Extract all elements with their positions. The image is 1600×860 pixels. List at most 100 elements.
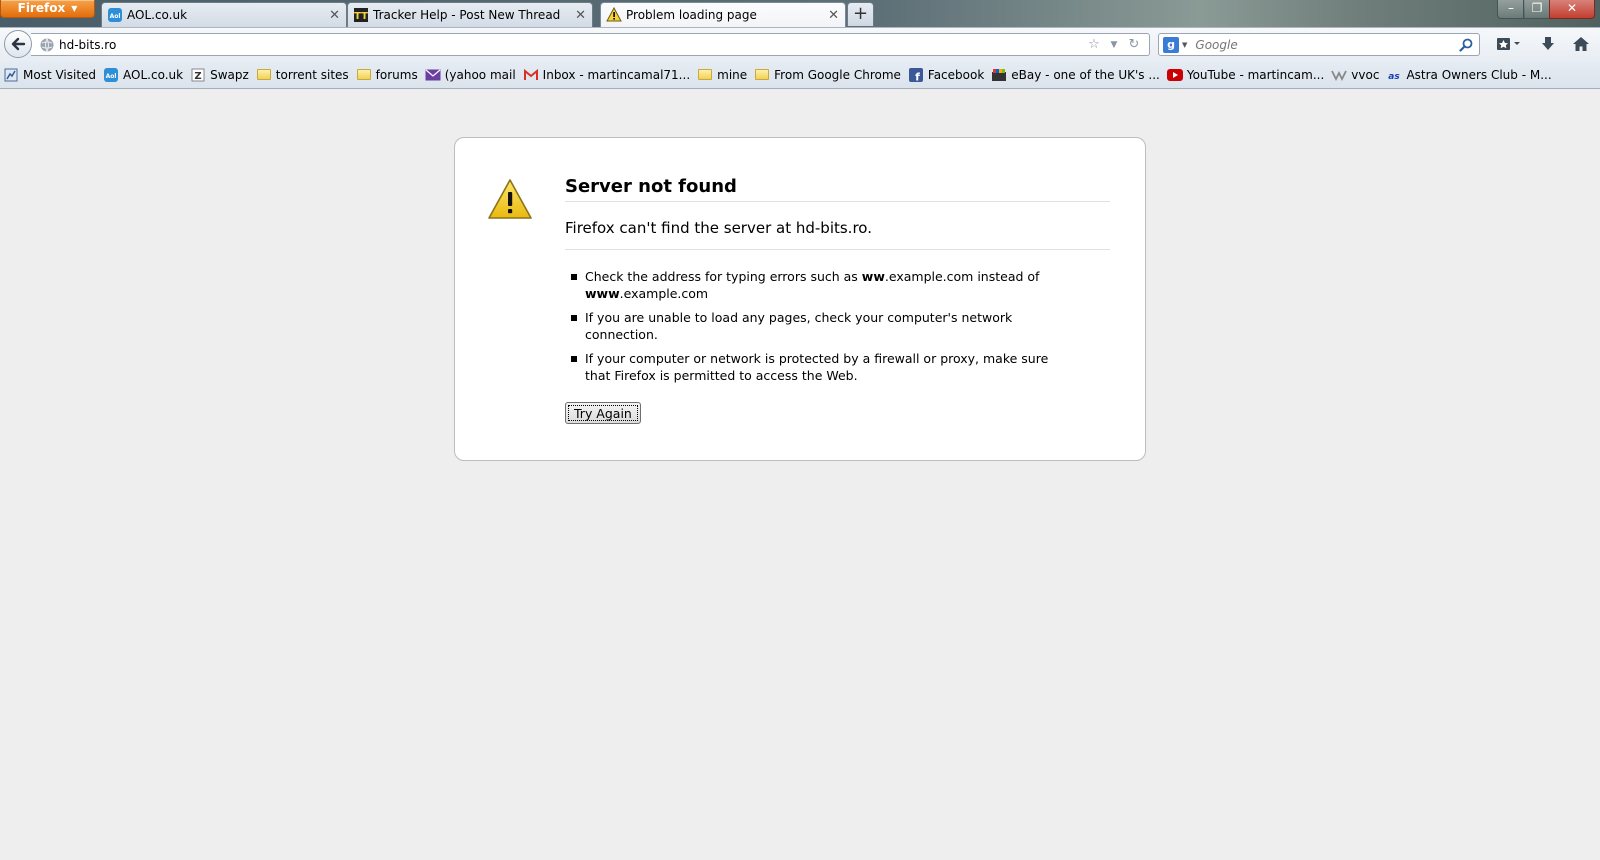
back-arrow-icon [11, 37, 26, 51]
suggestion-item: Check the address for typing errors such… [565, 268, 1055, 302]
bookmark-folder-google-chrome[interactable]: From Google Chrome [754, 67, 901, 83]
window-close-icon[interactable]: ✕ [1549, 0, 1595, 19]
bookmark-label: Most Visited [23, 67, 97, 82]
bookmark-ebay[interactable]: eBay - one of the UK's ... [991, 67, 1160, 83]
bookmark-youtube[interactable]: YouTube - martincam... [1166, 67, 1325, 83]
tracker-icon: TT [353, 7, 369, 23]
bookmark-astra-owners-club[interactable]: as Astra Owners Club - M... [1386, 67, 1552, 83]
warning-icon [488, 179, 532, 219]
bookmark-vvoc[interactable]: vvoc [1331, 67, 1379, 83]
maximize-icon[interactable]: ❐ [1523, 0, 1551, 19]
tab-label: Problem loading page [626, 8, 757, 22]
tab-tracker-help[interactable]: TT Tracker Help - Post New Thread ✕ [347, 2, 593, 27]
ebay-icon [991, 67, 1007, 83]
address-bar[interactable]: hd-bits.ro ☆ ▼ ↻ [31, 33, 1150, 56]
folder-icon [754, 67, 770, 83]
bookmark-label: From Google Chrome [774, 67, 901, 82]
svg-text:f: f [915, 70, 920, 82]
home-button[interactable] [1568, 34, 1594, 54]
error-suggestions: Check the address for typing errors such… [565, 268, 1055, 391]
close-icon[interactable]: ✕ [575, 8, 586, 23]
error-description: Firefox can't find the server at hd-bits… [565, 219, 1110, 250]
svg-text:as: as [1389, 72, 1401, 81]
bookmark-label: YouTube - martincam... [1186, 67, 1325, 82]
bookmark-swapz[interactable]: Z Swapz [190, 67, 249, 83]
navigation-bar: hd-bits.ro ☆ ▼ ↻ g ▼ [0, 27, 1600, 61]
gmail-icon [523, 67, 539, 83]
bookmark-folder-mine[interactable]: mine [697, 67, 747, 83]
bookmarks-menu-button[interactable] [1493, 34, 1527, 54]
bookmark-label: mine [717, 67, 748, 82]
title-bar: Firefox ▼ Aol AOL.co.uk ✕ TT Tracker Help… [0, 0, 1600, 27]
bookmark-label: Inbox - martincamal71... [542, 67, 691, 82]
bookmark-label: (yahoo mail [444, 67, 516, 82]
bookmark-yahoo-mail[interactable]: (yahoo mail [425, 67, 516, 83]
close-icon[interactable]: ✕ [329, 8, 340, 23]
svg-text:Z: Z [194, 71, 201, 82]
tab-label: Tracker Help - Post New Thread [373, 8, 561, 22]
tab-label: AOL.co.uk [127, 8, 188, 22]
firefox-menu-button[interactable]: Firefox ▼ [0, 0, 95, 18]
folder-icon [697, 67, 713, 83]
folder-icon [356, 67, 372, 83]
swapz-icon: Z [190, 67, 206, 83]
most-visited-icon [3, 67, 19, 83]
warning-icon [606, 7, 622, 23]
search-bar[interactable]: g ▼ [1158, 33, 1480, 56]
downloads-button[interactable] [1536, 34, 1560, 54]
try-again-button[interactable]: Try Again [565, 402, 641, 424]
bookmarks-menu-icon [1497, 38, 1520, 50]
suggestion-emphasis: www [585, 286, 620, 301]
back-button[interactable] [4, 30, 32, 58]
search-icon[interactable] [1457, 37, 1475, 53]
bookmark-gmail-inbox[interactable]: Inbox - martincamal71... [523, 67, 690, 83]
suggestion-text: .example.com [619, 286, 709, 301]
close-icon[interactable]: ✕ [828, 8, 839, 23]
search-input[interactable] [1193, 36, 1457, 53]
bookmark-folder-torrent-sites[interactable]: torrent sites [256, 67, 349, 83]
reload-icon[interactable]: ↻ [1125, 37, 1143, 53]
suggestion-item: If your computer or network is protected… [565, 350, 1055, 384]
bookmark-label: Astra Owners Club - M... [1406, 67, 1552, 82]
astra-icon: as [1386, 67, 1402, 83]
bookmark-label: eBay - one of the UK's ... [1011, 67, 1160, 82]
bookmark-label: Swapz [210, 67, 249, 82]
tab-aol[interactable]: Aol AOL.co.uk ✕ [101, 2, 347, 27]
svg-text:Aol: Aol [110, 13, 121, 20]
facebook-icon: f [908, 67, 924, 83]
google-icon[interactable]: g [1163, 36, 1179, 53]
bookmark-aol[interactable]: Aol AOL.co.uk [103, 67, 183, 83]
minimize-icon[interactable]: – [1497, 0, 1525, 19]
new-tab-button[interactable]: + [847, 2, 874, 26]
suggestion-text: .example.com instead of [884, 269, 1040, 284]
bookmark-facebook[interactable]: f Facebook [908, 67, 984, 83]
svg-text:Aol: Aol [106, 73, 117, 80]
bookmark-label: Facebook [927, 67, 985, 82]
bookmark-label: torrent sites [275, 67, 349, 82]
folder-icon [256, 67, 272, 83]
home-icon [1573, 37, 1589, 51]
bookmarks-toolbar: Most Visited Aol AOL.co.uk Z Swapz torre… [0, 61, 1600, 89]
vvoc-icon [1331, 67, 1348, 83]
aol-icon: Aol [103, 67, 119, 83]
address-text[interactable]: hd-bits.ro [59, 38, 1085, 52]
bookmark-most-visited[interactable]: Most Visited [3, 67, 96, 83]
youtube-icon [1166, 67, 1183, 83]
globe-icon [39, 37, 55, 53]
firefox-menu-label: Firefox [17, 1, 66, 15]
bookmark-folder-forums[interactable]: forums [356, 67, 418, 83]
history-dropdown-icon[interactable]: ▼ [1105, 37, 1123, 53]
suggestion-emphasis: ww [861, 269, 885, 284]
yahoo-mail-icon [425, 67, 441, 83]
bookmark-label: AOL.co.uk [123, 67, 184, 82]
suggestion-text: Check the address for typing errors such… [585, 269, 862, 284]
tab-problem-loading[interactable]: Problem loading page ✕ [600, 2, 846, 27]
error-container: Server not found Firefox can't find the … [454, 137, 1146, 461]
aol-icon: Aol [107, 7, 123, 23]
bookmark-star-icon[interactable]: ☆ [1085, 37, 1103, 53]
chevron-down-icon[interactable]: ▼ [1182, 41, 1187, 49]
download-icon [1542, 37, 1554, 50]
chevron-down-icon: ▼ [71, 4, 78, 13]
bookmark-label: vvoc [1351, 67, 1380, 82]
svg-text:TT: TT [354, 11, 368, 22]
